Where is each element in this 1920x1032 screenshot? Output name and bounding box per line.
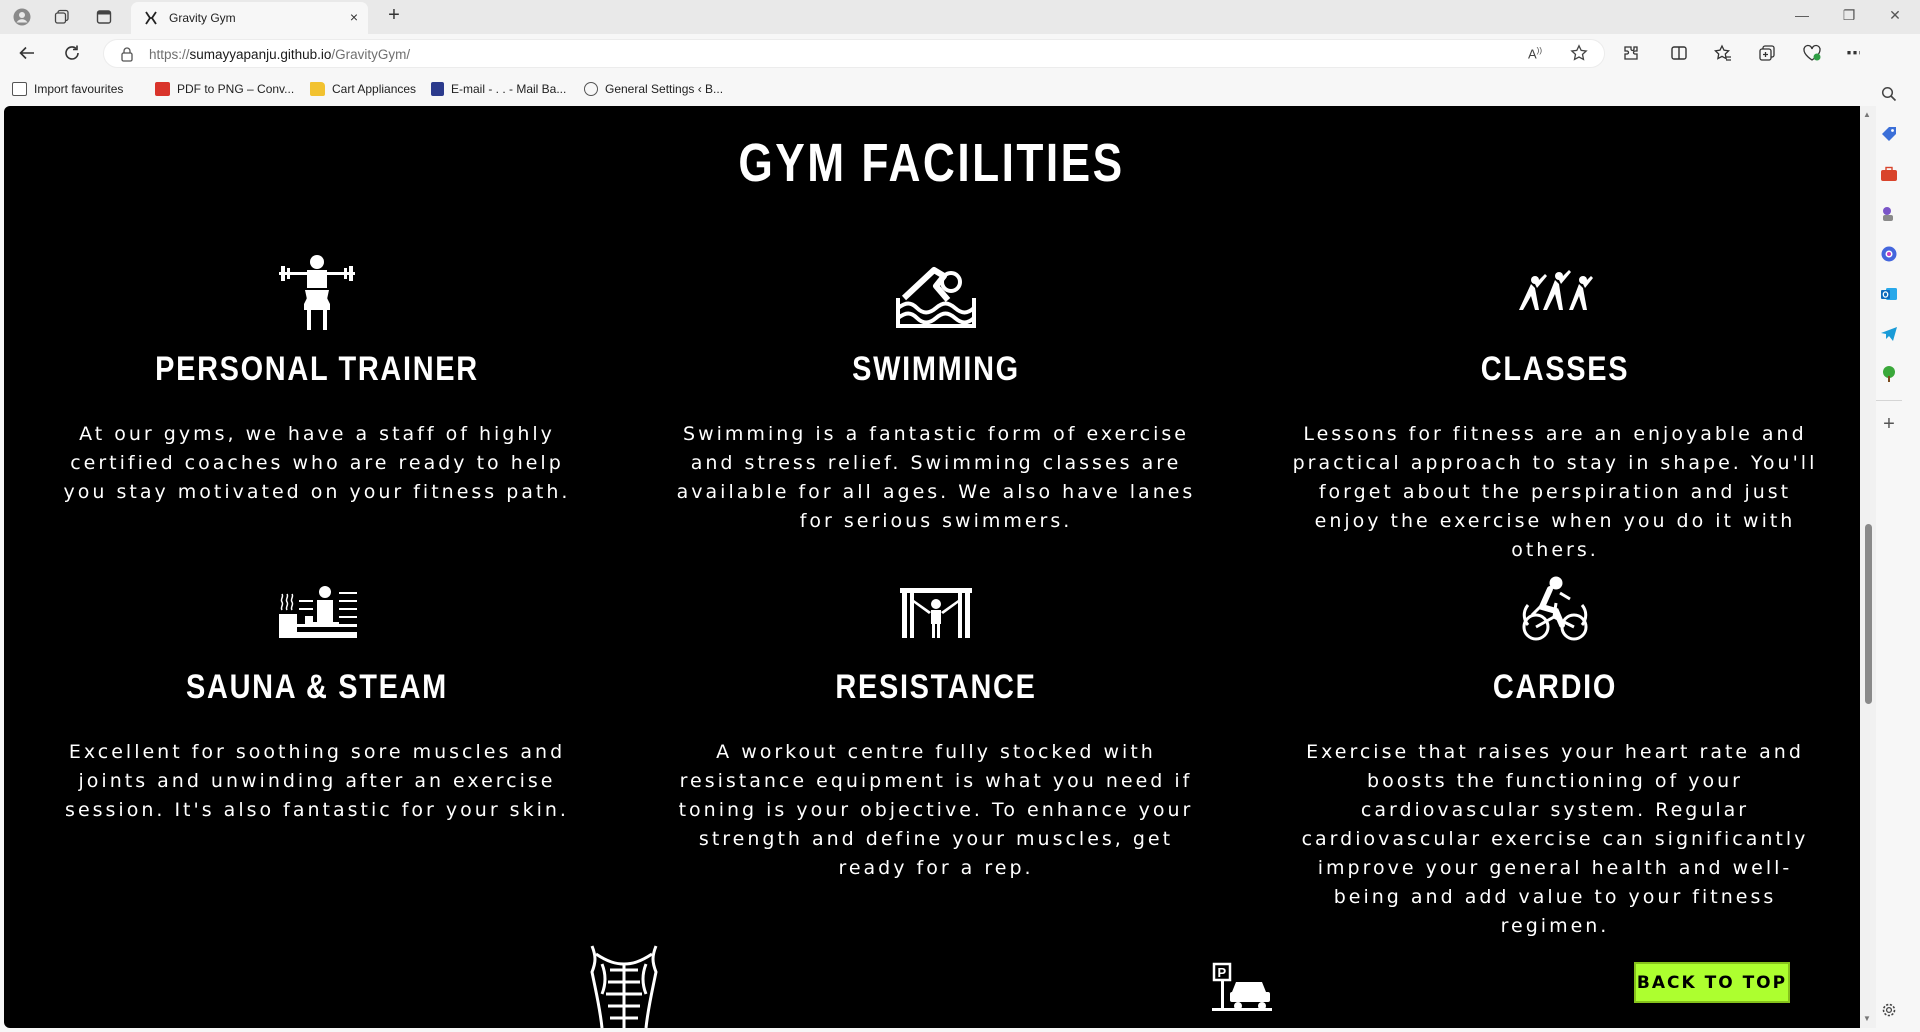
svg-text:P: P <box>1218 965 1227 980</box>
settings-gear-icon[interactable] <box>1879 1000 1899 1020</box>
parking-icon: P <box>1212 962 1272 1017</box>
mail-icon <box>431 82 444 96</box>
microsoft-365-icon[interactable] <box>1879 244 1899 264</box>
bookmark-import-favourites[interactable]: Import favourites <box>12 80 123 98</box>
gym-favicon <box>143 10 159 31</box>
scroll-thumb[interactable] <box>1865 524 1872 704</box>
address-bar[interactable]: https://sumayyapanju.github.io/GravityGy… <box>103 39 1605 68</box>
url-scheme: https:// <box>149 47 190 62</box>
page-title: GYM FACILITIES <box>738 133 1125 193</box>
facility-title: SAUNA & STEAM <box>186 668 448 706</box>
tab-strip: Gravity Gym × + — ❐ ✕ <box>0 0 1920 34</box>
games-icon[interactable] <box>1879 204 1899 224</box>
back-icon[interactable] <box>15 42 39 64</box>
bookmark-label: E-mail - . . - Mail Ba... <box>451 82 567 96</box>
trainer-icon <box>277 252 357 332</box>
scroll-up-arrow[interactable]: ▲ <box>1863 110 1871 119</box>
facility-title: SWIMMING <box>852 350 1020 388</box>
sidebar-divider <box>1876 400 1902 401</box>
page-viewport: GYM FACILITIES PERSONAL TRAINER At our g… <box>4 106 1860 1028</box>
resistance-icon <box>896 570 976 650</box>
favorite-star-icon[interactable] <box>1570 44 1588 67</box>
bookmark-label: Cart Appliances <box>332 82 417 96</box>
refresh-icon[interactable] <box>60 42 84 64</box>
tab-close-button[interactable]: × <box>350 9 358 25</box>
bookmark-label: Import favourites <box>34 82 124 96</box>
outlook-icon[interactable] <box>1879 284 1899 304</box>
facility-description: Excellent for soothing sore muscles and … <box>65 741 569 821</box>
navigation-bar: https://sumayyapanju.github.io/GravityGy… <box>0 34 1920 72</box>
shopping-tag-icon[interactable] <box>1879 124 1899 144</box>
tools-briefcase-icon[interactable] <box>1879 164 1899 184</box>
vertical-tabs-icon[interactable] <box>91 5 117 29</box>
facility-description: At our gyms, we have a staff of highly c… <box>63 423 571 503</box>
active-tab[interactable]: Gravity Gym × <box>131 2 368 34</box>
read-aloud-icon[interactable]: A)) <box>1528 46 1542 61</box>
minimize-button[interactable]: — <box>1787 7 1817 23</box>
wordpress-icon <box>584 82 598 96</box>
url-host: sumayyapanju.github.io <box>189 47 332 62</box>
extensions-icon[interactable] <box>1619 42 1643 64</box>
facility-description: Exercise that raises your heart rate and… <box>1301 741 1809 937</box>
favorites-bar: Import favourites PDF to PNG – Conv... C… <box>0 72 1920 104</box>
new-tab-button[interactable]: + <box>382 4 406 27</box>
telegram-send-icon[interactable] <box>1879 324 1899 344</box>
profile-icon[interactable] <box>9 5 35 29</box>
page-scrollbar[interactable]: ▲ ▼ <box>1860 106 1876 1028</box>
url-text: https://sumayyapanju.github.io/GravityGy… <box>149 47 410 62</box>
close-window-button[interactable]: ✕ <box>1880 7 1910 24</box>
tab-title: Gravity Gym <box>169 11 236 25</box>
facility-title: CLASSES <box>1480 350 1630 388</box>
restore-button[interactable]: ❐ <box>1834 7 1864 24</box>
url-path: /GravityGym/ <box>331 47 411 62</box>
pdf-icon <box>155 82 170 96</box>
classes-icon <box>1515 252 1595 332</box>
tree-icon[interactable] <box>1879 364 1899 384</box>
search-icon[interactable] <box>1879 84 1899 104</box>
facility-title: CARDIO <box>1492 668 1618 706</box>
swimming-icon <box>896 252 976 332</box>
facility-description: Swimming is a fantastic form of exercise… <box>676 423 1196 532</box>
bookmark-email[interactable]: E-mail - . . - Mail Ba... <box>431 80 566 98</box>
import-icon <box>12 82 27 96</box>
bookmark-label: PDF to PNG – Conv... <box>177 82 295 96</box>
browser-essentials-icon[interactable] <box>1800 42 1824 64</box>
favorites-icon[interactable] <box>1711 42 1735 64</box>
cardio-icon <box>1515 570 1595 650</box>
bookmark-label: General Settings ‹ B... <box>605 82 724 96</box>
sauna-icon <box>277 570 357 650</box>
back-to-top-button[interactable]: BACK TO TOP <box>1634 962 1790 1003</box>
collections-icon[interactable] <box>1755 42 1779 64</box>
facility-title: PERSONAL TRAINER <box>155 350 479 388</box>
abs-muscle-icon <box>582 944 666 1028</box>
folder-icon <box>310 82 325 96</box>
scroll-down-arrow[interactable]: ▼ <box>1863 1014 1871 1023</box>
facility-description: A workout centre fully stocked with resi… <box>678 741 1194 879</box>
split-screen-icon[interactable] <box>1667 42 1691 64</box>
bookmark-cart-appliances[interactable]: Cart Appliances <box>310 80 416 98</box>
facility-title: RESISTANCE <box>835 668 1037 706</box>
bookmark-pdf-to-png[interactable]: PDF to PNG – Conv... <box>155 80 294 98</box>
add-sidebar-app-icon[interactable]: + <box>1879 413 1899 435</box>
facility-description: Lessons for fitness are an enjoyable and… <box>1292 423 1818 561</box>
lock-icon[interactable] <box>120 46 134 67</box>
workspaces-icon[interactable] <box>49 5 75 29</box>
bookmark-general-settings[interactable]: General Settings ‹ B... <box>584 80 723 98</box>
